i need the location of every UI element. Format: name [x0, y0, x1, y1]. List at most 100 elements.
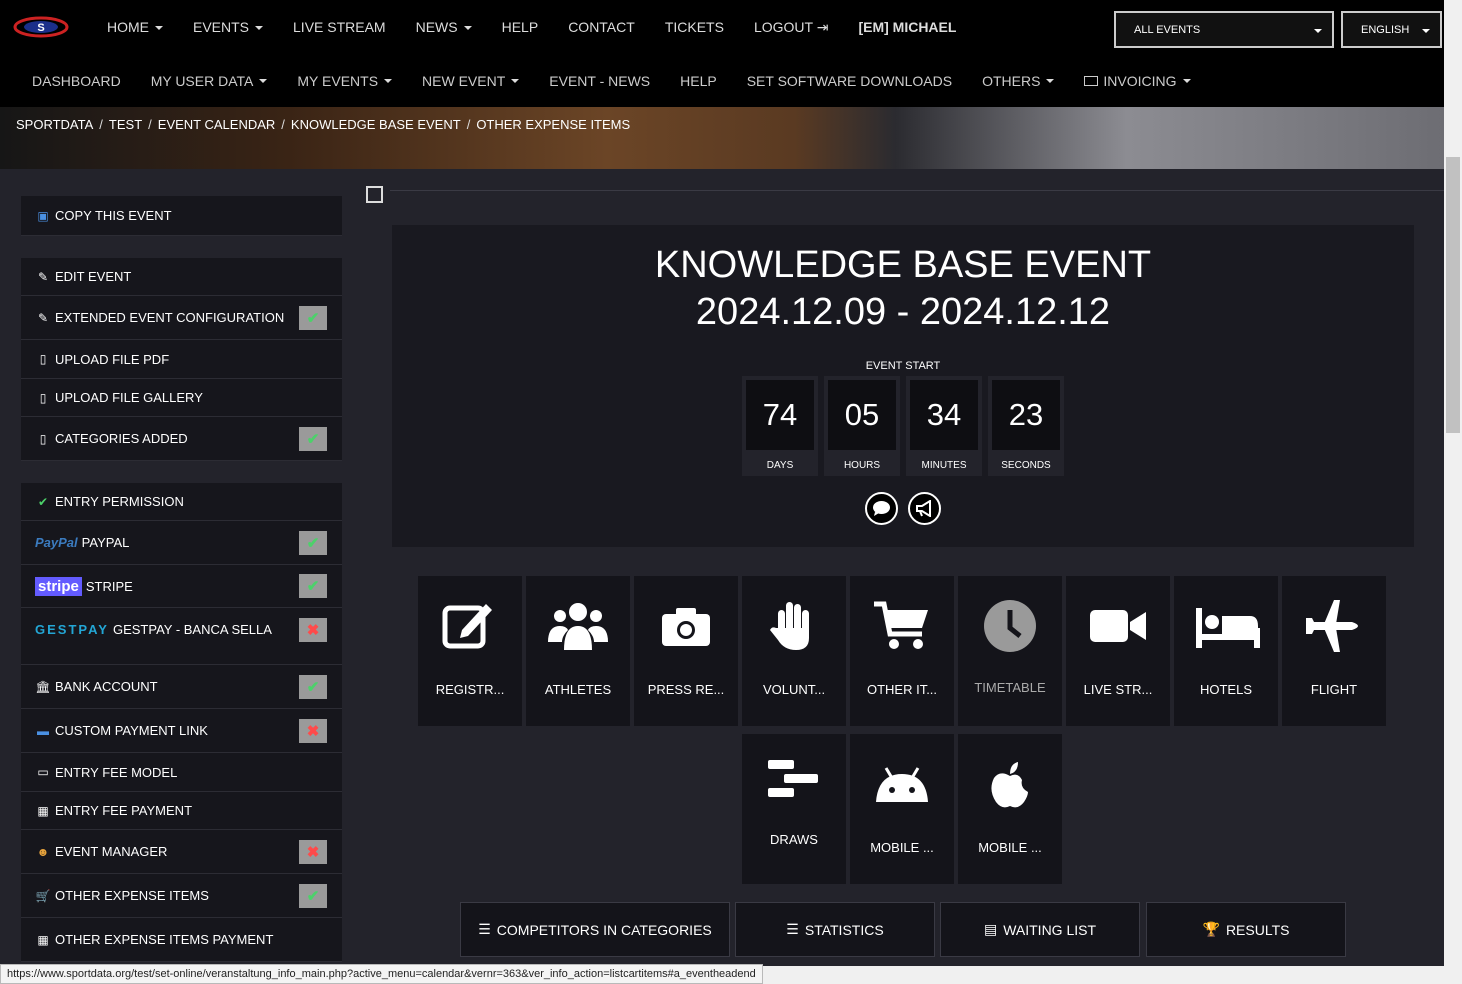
subnav-others[interactable]: OTHERS [982, 73, 1055, 89]
event-header-panel: KNOWLEDGE BASE EVENT 2024.12.09 - 2024.1… [392, 225, 1414, 547]
sidebar-label: ENTRY FEE PAYMENT [55, 803, 193, 818]
logout-icon: ⇥ [816, 18, 829, 35]
chat-icon[interactable] [865, 491, 898, 525]
language-select[interactable]: ENGLISH [1341, 11, 1442, 48]
clock-icon [984, 600, 1036, 652]
tile-flight[interactable]: FLIGHT [1282, 576, 1386, 726]
bank-icon: 🏛 [35, 679, 51, 694]
subnav-event-news[interactable]: EVENT - NEWS [549, 73, 650, 89]
tile-other-items[interactable]: OTHER IT... [850, 576, 954, 726]
tile-label: ATHLETES [544, 682, 612, 697]
nav-user[interactable]: [EM] MICHAEL [858, 19, 956, 35]
tile-athletes[interactable]: ATHLETES [526, 576, 630, 726]
svg-text:S: S [37, 22, 44, 34]
tile-draws[interactable]: DRAWS [742, 734, 846, 884]
tile-press[interactable]: PRESS RE... [634, 576, 738, 726]
tile-mobile-ios[interactable]: MOBILE ... [958, 734, 1062, 884]
breadcrumb-test[interactable]: TEST [109, 117, 142, 132]
breadcrumb-sportdata[interactable]: SPORTDATA [16, 117, 93, 132]
sidebar-other-expense-payment[interactable]: ▦ OTHER EXPENSE ITEMS PAYMENT [21, 918, 342, 962]
vertical-scrollbar[interactable] [1444, 0, 1462, 984]
tile-mobile-android[interactable]: MOBILE ... [850, 734, 954, 884]
sidebar-bank-account[interactable]: 🏛 BANK ACCOUNT ✔ [21, 665, 342, 709]
breadcrumb-event[interactable]: KNOWLEDGE BASE EVENT [291, 117, 461, 132]
statistics-button[interactable]: ☰ STATISTICS [735, 902, 935, 957]
breadcrumb-separator: / [99, 117, 103, 132]
divider [390, 190, 1444, 191]
event-actions [392, 491, 1414, 525]
sub-navbar: DASHBOARD MY USER DATA MY EVENTS NEW EVE… [0, 54, 1444, 107]
breadcrumb-separator: / [466, 117, 471, 132]
sidebar-label: OTHER EXPENSE ITEMS PAYMENT [55, 932, 274, 947]
tile-hotels[interactable]: HOTELS [1174, 576, 1278, 726]
competitors-button[interactable]: ☰ COMPETITORS IN CATEGORIES [460, 902, 730, 957]
check-icon: ✔ [299, 883, 327, 908]
sidebar-categories[interactable]: ▯ CATEGORIES ADDED ✔ [21, 417, 342, 461]
sidebar-extended-config[interactable]: ✎ EXTENDED EVENT CONFIGURATION ✔ [21, 296, 342, 340]
sidebar-edit-event[interactable]: ✎ EDIT EVENT [21, 258, 342, 296]
events-select[interactable]: ALL EVENTS [1114, 11, 1334, 48]
nav-home[interactable]: HOME [107, 19, 163, 35]
language-select-value: ENGLISH [1361, 23, 1410, 36]
subnav-new-event-label: NEW EVENT [422, 72, 506, 89]
bed-icon [1196, 608, 1260, 648]
tile-live-stream[interactable]: LIVE STR... [1066, 576, 1170, 726]
sidebar-upload-pdf[interactable]: ▯ UPLOAD FILE PDF [21, 340, 342, 379]
event-sidebar: ▣ COPY THIS EVENT ✎ EDIT EVENT ✎ EXTENDED E… [21, 196, 342, 962]
tile-volunteers[interactable]: VOLUNT... [742, 576, 846, 726]
sidebar-other-expense[interactable]: 🛒 OTHER EXPENSE ITEMS ✔ [21, 874, 342, 918]
subnav-dashboard[interactable]: DASHBOARD [32, 73, 121, 89]
sidebar-label: UPLOAD FILE GALLERY [55, 390, 203, 405]
sidebar-gestpay[interactable]: GESTPAY GESTPAY - BANCA SELLA ✖ [21, 608, 342, 665]
results-label: RESULTS [1225, 921, 1290, 938]
tile-registration[interactable]: REGISTR... [418, 576, 522, 726]
breadcrumb-event-calendar[interactable]: EVENT CALENDAR [158, 117, 276, 132]
credit-card-icon: ▬ [37, 723, 49, 738]
megaphone-icon[interactable] [908, 491, 941, 525]
payment-icon: ▦ [37, 803, 49, 818]
nav-live-stream[interactable]: LIVE STREAM [293, 19, 386, 35]
subnav-invoicing[interactable]: INVOICING [1084, 72, 1191, 89]
sidebar-paypal[interactable]: PayPal PAYPAL ✔ [21, 521, 342, 565]
nav-events[interactable]: EVENTS [193, 19, 264, 35]
edit-icon [442, 604, 492, 649]
sidebar-stripe[interactable]: stripe STRIPE ✔ [21, 565, 342, 608]
sidebar-copy-event[interactable]: ▣ COPY THIS EVENT [21, 196, 342, 236]
tile-label: REGISTR... [435, 682, 505, 697]
results-button[interactable]: 🏆 RESULTS [1146, 902, 1346, 957]
subnav-software-downloads[interactable]: SET SOFTWARE DOWNLOADS [747, 73, 952, 89]
subnav-help[interactable]: HELP [680, 73, 717, 89]
nav-news[interactable]: NEWS [416, 19, 472, 35]
countdown-hours-value: 05 [828, 379, 896, 450]
nav-tickets[interactable]: TICKETS [665, 19, 724, 35]
tile-label: VOLUNT... [762, 682, 826, 697]
sidebar-event-manager[interactable]: ☻ EVENT MANAGER ✖ [21, 830, 342, 874]
sidebar-gestpay-text: GESTPAY GESTPAY - BANCA SELLA [35, 620, 275, 639]
subnav-new-event[interactable]: NEW EVENT [422, 72, 520, 89]
nav-help[interactable]: HELP [502, 19, 539, 35]
select-checkbox[interactable] [366, 186, 383, 203]
tile-timetable[interactable]: TIMETABLE [958, 576, 1062, 726]
event-start-label: EVENT START [865, 359, 941, 372]
vertical-scroll-thumb[interactable] [1446, 157, 1460, 433]
sidebar-label: BANK ACCOUNT [55, 679, 158, 694]
nav-contact[interactable]: CONTACT [568, 19, 635, 35]
chevron-down-icon [255, 26, 264, 31]
subnav-my-user-data[interactable]: MY USER DATA [151, 73, 268, 89]
android-icon [876, 767, 928, 802]
waiting-list-button[interactable]: ▤ WAITING LIST [940, 902, 1140, 957]
nav-logout[interactable]: LOGOUT ⇥ [754, 19, 829, 36]
subnav-invoicing-label: INVOICING [1103, 72, 1177, 89]
countdown-hours-label: HOURS [843, 459, 881, 471]
hand-icon [770, 602, 809, 650]
sportdata-logo[interactable]: S [12, 14, 70, 40]
sidebar-upload-gallery[interactable]: ▯ UPLOAD FILE GALLERY [21, 379, 342, 417]
subnav-my-events[interactable]: MY EVENTS [297, 72, 393, 89]
subnav-my-events-label: MY EVENTS [297, 72, 379, 89]
sidebar-custom-payment[interactable]: ▬ CUSTOM PAYMENT LINK ✖ [21, 709, 342, 753]
countdown-minutes: 34 MINUTES [906, 375, 982, 476]
sidebar-entry-fee-payment[interactable]: ▦ ENTRY FEE PAYMENT [21, 792, 342, 830]
sidebar-entry-permission[interactable]: ✔ ENTRY PERMISSION [21, 483, 342, 521]
sidebar-entry-fee-model[interactable]: ▭ ENTRY FEE MODEL [21, 753, 342, 792]
